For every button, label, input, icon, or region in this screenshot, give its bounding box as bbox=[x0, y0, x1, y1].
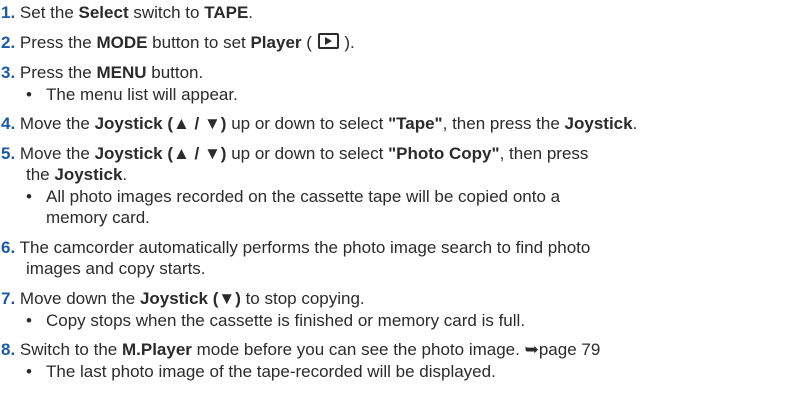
step-number: 2. bbox=[1, 33, 16, 52]
m-player-label: M.Player bbox=[121, 340, 192, 359]
bullet-glyph: • bbox=[26, 187, 32, 206]
step-6: 6. The camcorder automatically performs … bbox=[1, 238, 591, 257]
tape-label: TAPE bbox=[204, 3, 249, 22]
step-1: 1. Set the Select switch to TAPE. bbox=[1, 3, 254, 22]
menu-button-label: MENU bbox=[96, 63, 147, 82]
bullet-glyph: • bbox=[26, 311, 32, 330]
step-number: 4. bbox=[1, 114, 16, 133]
step-number: 8. bbox=[1, 340, 16, 359]
joystick-label: Joystick bbox=[564, 114, 633, 133]
mode-button-label: MODE bbox=[96, 33, 148, 52]
step-4: 4. Move the Joystick (▲ / ▼) up or down … bbox=[1, 114, 638, 133]
bullet-item: • The menu list will appear. bbox=[26, 85, 238, 104]
step-3: 3. Press the MENU button. bbox=[1, 63, 204, 82]
step-number: 6. bbox=[1, 238, 16, 257]
step-7: 7. Move down the Joystick (▼) to stop co… bbox=[1, 289, 365, 308]
bullet-item: • All photo images recorded on the casset… bbox=[26, 187, 561, 206]
page-reference-arrow-icon: ➥ bbox=[524, 340, 539, 359]
tape-menu-item: "Tape" bbox=[388, 114, 443, 133]
step-number: 5. bbox=[1, 144, 16, 163]
joystick-label: Joystick (▲ / ▼) bbox=[94, 114, 227, 133]
step-6-continuation: images and copy starts. bbox=[26, 259, 206, 278]
bullet-continuation: memory card. bbox=[46, 208, 150, 227]
step-8: 8. Switch to the M.Player mode before yo… bbox=[1, 340, 601, 359]
joystick-label: Joystick (▲ / ▼) bbox=[94, 144, 227, 163]
bullet-item: • Copy stops when the cassette is finishe… bbox=[26, 311, 526, 330]
player-label: Player bbox=[250, 33, 302, 52]
step-5: 5. Move the Joystick (▲ / ▼) up or down … bbox=[1, 144, 589, 163]
step-2: 2. Press the MODE button to set Player (… bbox=[1, 33, 355, 52]
step-number: 7. bbox=[1, 289, 16, 308]
joystick-down-label: Joystick (▼) bbox=[139, 289, 241, 308]
bullet-item: • The last photo image of the tape-record… bbox=[26, 362, 496, 381]
step-number: 1. bbox=[1, 3, 16, 22]
instruction-page: 1. Set the Select switch to TAPE. 2. Pre… bbox=[0, 0, 798, 416]
step-number: 3. bbox=[1, 63, 16, 82]
photo-copy-menu-item: "Photo Copy" bbox=[388, 144, 500, 163]
page-reference-link[interactable]: page 79 bbox=[539, 340, 600, 359]
step-5-continuation: the Joystick. bbox=[26, 165, 128, 184]
play-mode-icon bbox=[317, 33, 339, 49]
joystick-label: Joystick bbox=[54, 165, 123, 184]
bullet-glyph: • bbox=[26, 362, 32, 381]
bullet-glyph: • bbox=[26, 85, 32, 104]
select-switch-label: Select bbox=[78, 3, 129, 22]
